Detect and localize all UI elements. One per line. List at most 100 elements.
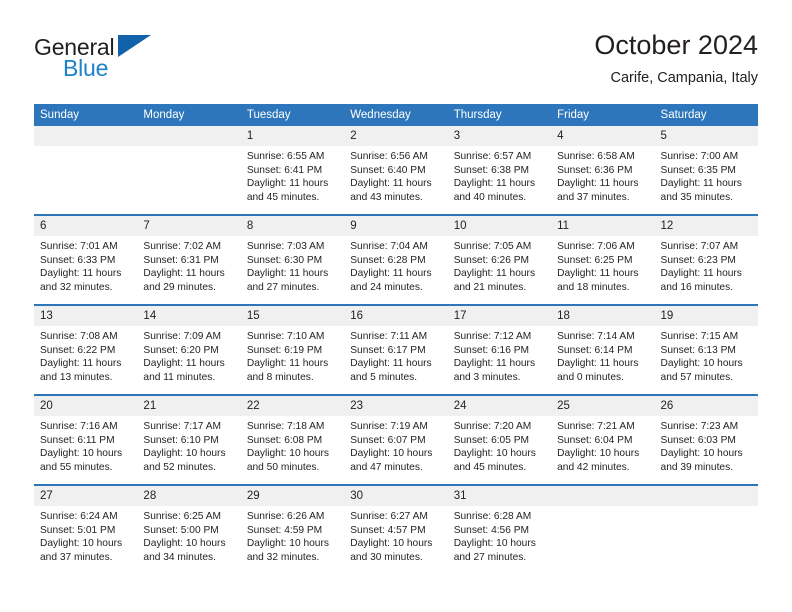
sunset-text: Sunset: 6:10 PM [143, 434, 219, 446]
calendar-week-row: 27 Sunrise: 6:24 AM Sunset: 5:01 PM Dayligh… [34, 484, 758, 574]
calendar-day-cell[interactable]: 25 Sunrise: 7:21 AM Sunset: 6:04 PM Dayligh… [551, 396, 655, 484]
day-number: 3 [447, 126, 552, 146]
weekday-header-label: Tuesday [246, 109, 291, 121]
title-block: October 2024 Carife, Campania, Italy [594, 28, 758, 89]
calendar-day-cell[interactable]: 22 Sunrise: 7:18 AM Sunset: 6:08 PM Dayligh… [240, 396, 345, 484]
weekday-header-wednesday: Wednesday [344, 104, 448, 126]
day-details: Sunrise: 7:09 AM Sunset: 6:20 PM Daylight:… [137, 326, 240, 384]
calendar-day-cell[interactable]: 27 Sunrise: 6:24 AM Sunset: 5:01 PM Dayligh… [34, 486, 138, 574]
calendar-day-cell[interactable]: 14 Sunrise: 7:09 AM Sunset: 6:20 PM Dayligh… [137, 306, 241, 394]
daylight-text-line1: Daylight: 11 hours [660, 178, 742, 190]
calendar-day-cell-empty [551, 486, 655, 574]
weekday-header-sunday: Sunday [34, 104, 138, 126]
calendar-day-cell[interactable]: 12 Sunrise: 7:07 AM Sunset: 6:23 PM Dayligh… [654, 216, 758, 304]
daylight-text-line2: and 32 minutes. [40, 281, 113, 293]
calendar-day-cell[interactable]: 28 Sunrise: 6:25 AM Sunset: 5:00 PM Dayligh… [137, 486, 241, 574]
day-details: Sunrise: 7:02 AM Sunset: 6:31 PM Daylight:… [137, 236, 240, 294]
day-number: 4 [551, 126, 655, 146]
sunset-text: Sunset: 6:08 PM [246, 434, 323, 446]
day-details: Sunrise: 6:55 AM Sunset: 6:41 PM Daylight:… [241, 146, 344, 204]
daylight-text-line1: Daylight: 10 hours [143, 448, 226, 460]
day-number: 12 [654, 216, 758, 236]
day-number: 16 [344, 306, 448, 326]
sunrise-text: Sunrise: 7:03 AM [246, 241, 325, 252]
calendar-day-cell[interactable]: 8 Sunrise: 7:03 AM Sunset: 6:30 PM Daylight… [240, 216, 345, 304]
sunrise-text: Sunrise: 7:07 AM [660, 241, 739, 252]
daylight-text-line1: Daylight: 10 hours [350, 448, 433, 460]
calendar-day-cell[interactable]: 5 Sunrise: 7:00 AM Sunset: 6:35 PM Daylight… [654, 126, 758, 214]
sunset-text: Sunset: 6:41 PM [246, 164, 323, 176]
calendar-day-cell[interactable]: 15 Sunrise: 7:10 AM Sunset: 6:19 PM Dayligh… [240, 306, 345, 394]
daylight-text-line1: Daylight: 11 hours [557, 268, 639, 280]
daylight-text-line2: and 27 minutes. [453, 551, 527, 563]
weekday-header-monday: Monday [137, 104, 241, 126]
day-number: 20 [34, 396, 138, 416]
day-number: 25 [551, 396, 655, 416]
calendar-day-cell[interactable]: 6 Sunrise: 7:01 AM Sunset: 6:33 PM Daylight… [34, 216, 138, 304]
sunrise-text: Sunrise: 7:17 AM [143, 421, 222, 432]
calendar-day-cell[interactable]: 21 Sunrise: 7:17 AM Sunset: 6:10 PM Dayligh… [137, 396, 241, 484]
sunset-text: Sunset: 4:59 PM [246, 524, 323, 536]
weekday-header-label: Saturday [660, 109, 707, 121]
day-details: Sunrise: 7:15 AM Sunset: 6:13 PM Daylight:… [655, 326, 758, 384]
day-number: 22 [240, 396, 345, 416]
day-details: Sunrise: 6:27 AM Sunset: 4:57 PM Daylight:… [344, 506, 447, 564]
calendar-day-cell[interactable]: 18 Sunrise: 7:14 AM Sunset: 6:14 PM Dayligh… [551, 306, 655, 394]
calendar-day-cell-empty [137, 126, 241, 214]
daylight-text-line1: Daylight: 10 hours [453, 538, 536, 550]
sunrise-text: Sunrise: 7:09 AM [143, 331, 222, 342]
calendar-day-cell[interactable]: 31 Sunrise: 6:28 AM Sunset: 4:56 PM Dayligh… [447, 486, 552, 574]
calendar-day-cell[interactable]: 24 Sunrise: 7:20 AM Sunset: 6:05 PM Dayligh… [447, 396, 552, 484]
weekday-header-label: Sunday [40, 109, 80, 121]
calendar-page: General Blue October 2024 Carife, Campan… [0, 0, 792, 612]
calendar-day-cell[interactable]: 20 Sunrise: 7:16 AM Sunset: 6:11 PM Dayligh… [34, 396, 138, 484]
calendar-day-cell[interactable]: 23 Sunrise: 7:19 AM Sunset: 6:07 PM Dayligh… [344, 396, 448, 484]
calendar-day-cell[interactable]: 3 Sunrise: 6:57 AM Sunset: 6:38 PM Daylight… [447, 126, 552, 214]
day-details: Sunrise: 7:10 AM Sunset: 6:19 PM Daylight:… [241, 326, 344, 384]
calendar-week-row: 1 Sunrise: 6:55 AM Sunset: 6:41 PM Daylight… [34, 126, 758, 215]
daylight-text-line1: Daylight: 11 hours [350, 268, 432, 280]
day-details: Sunrise: 7:14 AM Sunset: 6:14 PM Daylight:… [551, 326, 654, 384]
day-details: Sunrise: 7:12 AM Sunset: 6:16 PM Daylight:… [448, 326, 551, 384]
calendar-day-cell[interactable]: 2 Sunrise: 6:56 AM Sunset: 6:40 PM Daylight… [344, 126, 448, 214]
calendar-day-cell[interactable]: 10 Sunrise: 7:05 AM Sunset: 6:26 PM Dayligh… [447, 216, 552, 304]
day-number: 23 [344, 396, 448, 416]
daylight-text-line1: Daylight: 11 hours [143, 358, 225, 370]
day-number: 5 [654, 126, 758, 146]
calendar-day-cell[interactable]: 30 Sunrise: 6:27 AM Sunset: 4:57 PM Dayligh… [344, 486, 448, 574]
calendar-day-cell[interactable]: 19 Sunrise: 7:15 AM Sunset: 6:13 PM Dayligh… [654, 306, 758, 394]
day-number: 26 [654, 396, 758, 416]
daylight-text-line2: and 47 minutes. [350, 461, 423, 473]
daylight-text-line1: Daylight: 11 hours [660, 268, 742, 280]
day-number: 17 [447, 306, 552, 326]
calendar-day-cell[interactable]: 13 Sunrise: 7:08 AM Sunset: 6:22 PM Dayligh… [34, 306, 138, 394]
calendar-day-cell[interactable]: 1 Sunrise: 6:55 AM Sunset: 6:41 PM Daylight… [240, 126, 345, 214]
day-number: 8 [240, 216, 345, 236]
daylight-text-line2: and 42 minutes. [557, 461, 630, 473]
daylight-text-line2: and 50 minutes. [246, 461, 320, 473]
day-number: 9 [344, 216, 448, 236]
sunset-text: Sunset: 4:56 PM [453, 524, 530, 536]
day-details: Sunrise: 7:06 AM Sunset: 6:25 PM Daylight:… [551, 236, 654, 294]
weekday-header-thursday: Thursday [447, 104, 552, 126]
day-number: 1 [240, 126, 345, 146]
calendar-day-cell[interactable]: 16 Sunrise: 7:11 AM Sunset: 6:17 PM Dayligh… [344, 306, 448, 394]
calendar-day-cell[interactable]: 4 Sunrise: 6:58 AM Sunset: 6:36 PM Daylight… [551, 126, 655, 214]
day-number: 30 [344, 486, 448, 506]
day-number [654, 486, 758, 506]
calendar-day-cell[interactable]: 9 Sunrise: 7:04 AM Sunset: 6:28 PM Daylight… [344, 216, 448, 304]
weekday-header-label: Thursday [453, 109, 502, 121]
daylight-text-line2: and 45 minutes. [453, 461, 527, 473]
calendar-day-cell[interactable]: 11 Sunrise: 7:06 AM Sunset: 6:25 PM Dayligh… [551, 216, 655, 304]
sunrise-text: Sunrise: 7:06 AM [557, 241, 635, 252]
calendar-day-cell[interactable]: 26 Sunrise: 7:23 AM Sunset: 6:03 PM Dayligh… [654, 396, 758, 484]
sunset-text: Sunset: 6:03 PM [660, 434, 736, 446]
calendar-day-cell[interactable]: 7 Sunrise: 7:02 AM Sunset: 6:31 PM Daylight… [137, 216, 241, 304]
calendar-day-cell[interactable]: 29 Sunrise: 6:26 AM Sunset: 4:59 PM Dayligh… [240, 486, 345, 574]
calendar-day-cell[interactable]: 17 Sunrise: 7:12 AM Sunset: 6:16 PM Dayligh… [447, 306, 552, 394]
day-number: 10 [447, 216, 552, 236]
daylight-text-line1: Daylight: 11 hours [143, 268, 225, 280]
sunrise-text: Sunrise: 7:02 AM [143, 241, 222, 252]
day-number: 21 [137, 396, 241, 416]
daylight-text-line2: and 5 minutes. [350, 371, 418, 383]
